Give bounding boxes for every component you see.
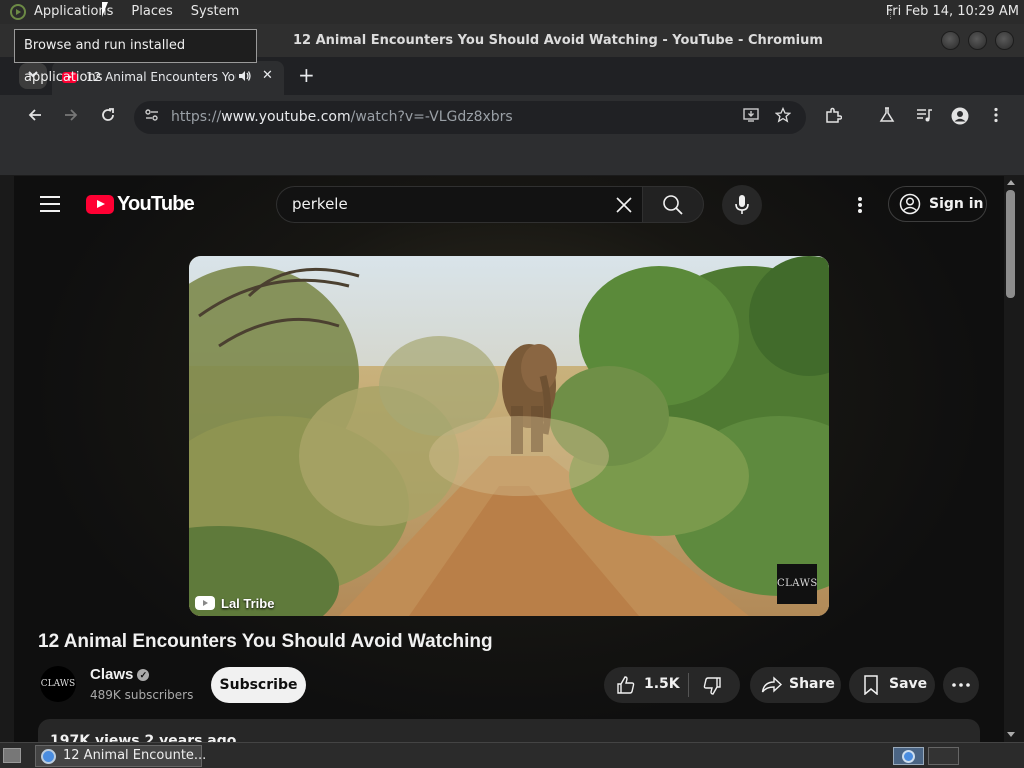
tab-title: 12 Animal Encounters You Should Avoid Wa… xyxy=(86,70,236,84)
verified-badge-icon: ✓ xyxy=(137,669,150,681)
view-stats: 197K views 2 years ago xyxy=(50,733,237,742)
save-button[interactable]: Save xyxy=(849,667,935,703)
back-button[interactable] xyxy=(27,107,43,128)
taskbar-window-label: 12 Animal Encounte... xyxy=(63,748,207,763)
reload-button[interactable] xyxy=(100,107,116,128)
bookmark-star-icon[interactable] xyxy=(774,106,792,127)
install-app-icon[interactable] xyxy=(743,107,761,127)
video-player[interactable]: Lal Tribe CLAWS xyxy=(189,256,829,616)
new-tab-button[interactable]: + xyxy=(298,63,315,87)
reload-icon xyxy=(102,108,114,121)
video-frame-elephant xyxy=(189,256,829,616)
like-dislike-group: 1.5K xyxy=(604,667,740,703)
thumbs-up-icon xyxy=(617,676,635,694)
playlist-music-icon xyxy=(917,109,932,122)
description-box[interactable]: 197K views 2 years ago xyxy=(38,719,980,742)
address-bar[interactable]: https://www.youtube.com/watch?v=-VLGdz8x… xyxy=(134,101,806,134)
voice-search-button[interactable] xyxy=(722,185,762,225)
like-button[interactable]: 1.5K xyxy=(604,667,688,703)
workspace-1[interactable] xyxy=(893,747,924,765)
applications-tooltip: Browse and run installed applications xyxy=(14,29,257,85)
settings-more-icon[interactable] xyxy=(850,196,870,214)
places-menu[interactable]: Places xyxy=(122,0,181,24)
url-text: https://www.youtube.com/watch?v=-VLGdz8x… xyxy=(171,109,513,125)
maximize-button[interactable] xyxy=(968,31,987,50)
search-query: perkele xyxy=(292,195,348,213)
flask-icon xyxy=(879,107,895,122)
panel-clock[interactable]: Fri Feb 14, 10:29 AM xyxy=(886,0,1019,24)
applications-menu-icon[interactable] xyxy=(10,4,26,20)
browser-infobar xyxy=(0,140,1024,176)
desktop: Applications Places System Fri Feb 14, 1… xyxy=(0,0,1024,768)
media-controls-button[interactable] xyxy=(916,107,934,128)
channel-avatar[interactable]: CLAWS xyxy=(40,666,76,702)
extensions-button[interactable] xyxy=(825,107,843,129)
watermark-left-text: Lal Tribe xyxy=(221,596,275,611)
bookmark-icon xyxy=(864,675,878,695)
subscribe-button[interactable]: Subscribe xyxy=(211,667,306,703)
arrow-right-icon xyxy=(65,109,78,121)
dislike-button[interactable] xyxy=(689,667,740,703)
more-vert-icon xyxy=(994,107,998,123)
speaker-icon[interactable] xyxy=(238,70,251,85)
profile-button[interactable] xyxy=(951,107,969,130)
mouse-pointer-icon xyxy=(102,2,114,17)
show-desktop-icon[interactable] xyxy=(3,748,21,763)
window-title: 12 Animal Encounters You Should Avoid Wa… xyxy=(293,33,823,48)
account-circle-icon xyxy=(899,193,921,215)
share-button[interactable]: Share xyxy=(750,667,841,703)
channel-name-text: Claws xyxy=(90,666,134,683)
scroll-down-arrow-icon[interactable] xyxy=(1007,732,1015,737)
system-menu[interactable]: System xyxy=(182,0,248,24)
url-path: /watch?v=-VLGdz8xbrs xyxy=(350,109,513,125)
tab-close-icon[interactable]: ✕ xyxy=(262,68,273,83)
clear-search-icon[interactable] xyxy=(614,192,634,221)
taskbar-window-chromium[interactable]: 12 Animal Encounte... xyxy=(35,745,206,767)
youtube-logo[interactable]: YouTube xyxy=(86,193,216,216)
site-info-icon[interactable] xyxy=(144,107,160,127)
labs-button[interactable] xyxy=(879,107,895,128)
sign-in-label: Sign in xyxy=(929,196,984,212)
scroll-up-arrow-icon[interactable] xyxy=(1007,180,1015,185)
chromium-icon xyxy=(41,749,56,764)
workspace-2[interactable] xyxy=(928,747,959,765)
scrollbar-thumb[interactable] xyxy=(1006,190,1015,298)
more-horiz-icon xyxy=(952,683,970,687)
video-watermark-left: Lal Tribe xyxy=(195,596,274,611)
channel-name[interactable]: Claws ✓ xyxy=(90,666,150,683)
chrome-menu-button[interactable] xyxy=(993,107,999,128)
browser-toolbar: https://www.youtube.com/watch?v=-VLGdz8x… xyxy=(0,95,1024,140)
search-input[interactable]: perkele xyxy=(276,186,642,223)
bottom-taskbar: 12 Animal Encounte... xyxy=(0,742,1024,768)
forward-button[interactable] xyxy=(63,107,79,128)
youtube-small-icon xyxy=(195,596,215,610)
top-panel: Applications Places System Fri Feb 14, 1… xyxy=(0,0,1024,24)
sign-in-button[interactable]: Sign in xyxy=(888,186,987,222)
channel-watermark[interactable]: CLAWS xyxy=(777,564,817,604)
more-actions-button[interactable] xyxy=(943,667,979,703)
video-title: 12 Animal Encounters You Should Avoid Wa… xyxy=(38,631,493,652)
save-label: Save xyxy=(889,676,928,692)
youtube-page: YouTube perkele Sign in Lal Tribe CLAWS … xyxy=(14,176,1004,742)
thumbs-down-icon xyxy=(703,677,721,695)
arrow-left-icon xyxy=(28,109,41,121)
guide-menu-icon[interactable] xyxy=(40,196,60,212)
minimize-button[interactable] xyxy=(941,31,960,50)
chromium-mini-icon xyxy=(902,750,915,763)
share-label: Share xyxy=(789,676,835,692)
search-button[interactable] xyxy=(642,186,704,223)
close-window-button[interactable] xyxy=(995,31,1014,50)
share-icon xyxy=(761,676,783,693)
youtube-play-icon xyxy=(86,195,114,214)
account-icon xyxy=(951,107,969,125)
url-host: www.youtube.com xyxy=(221,109,351,125)
youtube-logo-text: YouTube xyxy=(117,193,195,215)
page-scrollbar[interactable] xyxy=(1004,176,1020,742)
puzzle-icon xyxy=(826,107,843,123)
subscriber-count: 489K subscribers xyxy=(90,688,194,702)
url-scheme: https:// xyxy=(171,109,222,125)
like-count: 1.5K xyxy=(644,676,680,692)
search-icon xyxy=(663,195,683,215)
microphone-icon xyxy=(735,195,749,214)
